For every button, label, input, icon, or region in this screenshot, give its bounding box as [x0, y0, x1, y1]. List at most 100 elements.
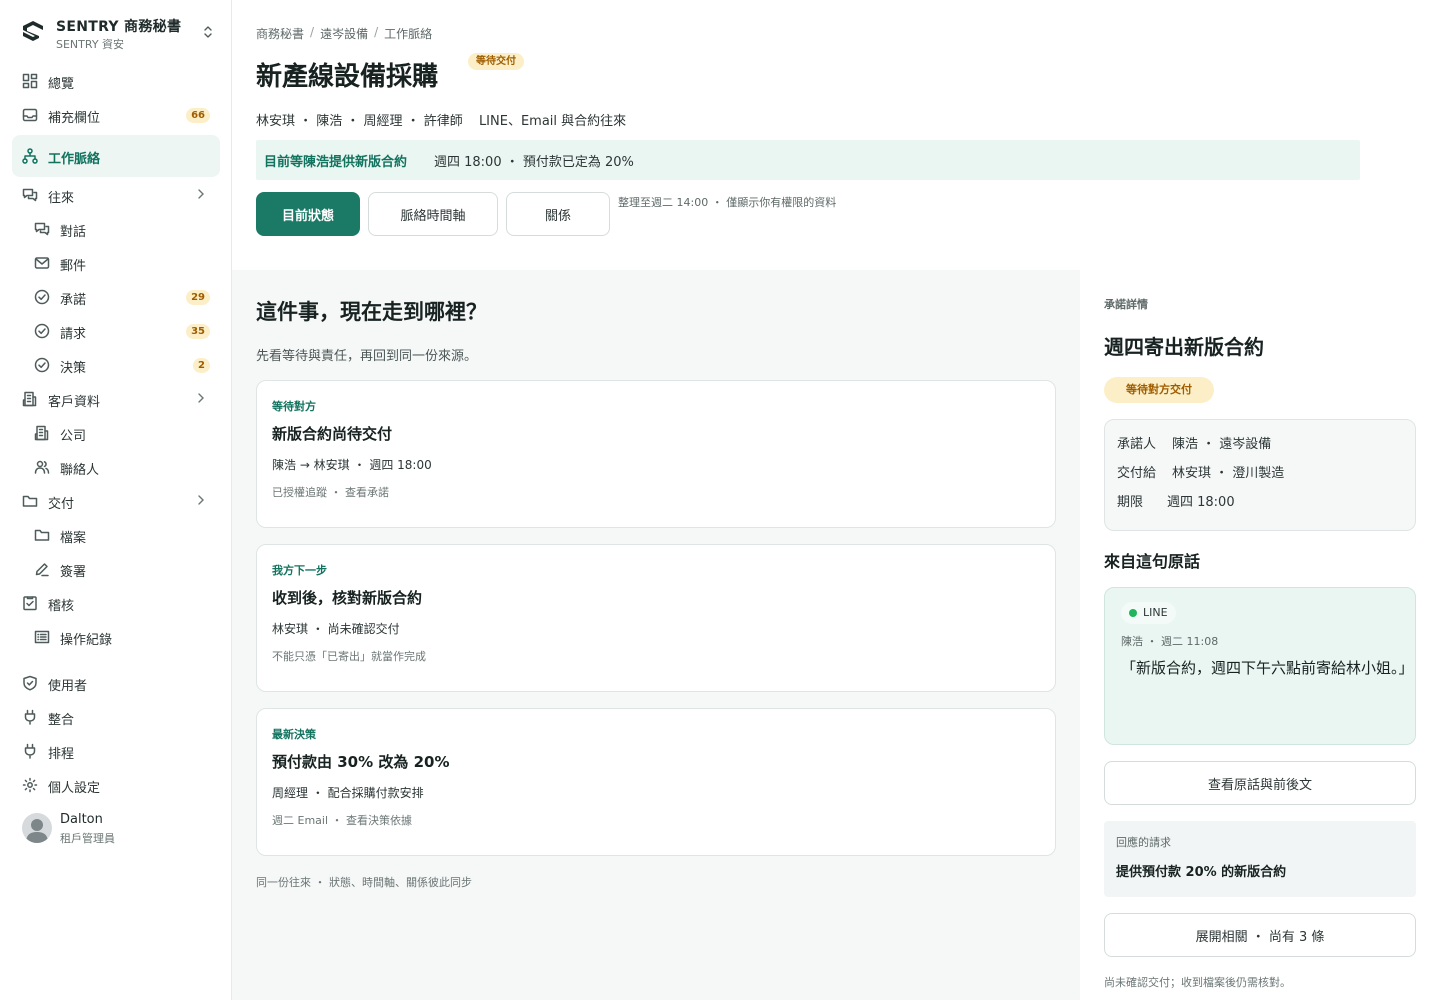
- sidebar-item-label: 使用者: [48, 679, 88, 694]
- breadcrumb-item[interactable]: 商務秘書: [256, 25, 304, 42]
- building-icon: [34, 425, 49, 441]
- card-meta[interactable]: 已授權追蹤 ・ 查看承諾: [272, 484, 389, 500]
- sidebar-item-threads[interactable]: 往來: [12, 178, 220, 212]
- sidebar-item-requests[interactable]: 請求 35: [12, 314, 220, 348]
- sidebar-item-label: 補充欄位: [48, 111, 101, 126]
- sidebar-item-mail[interactable]: 郵件: [12, 246, 220, 280]
- status-detail: 週四 18:00 ・ 預付款已定為 20%: [434, 155, 634, 170]
- quote-text: 「新版合約，週四下午六點前寄給林小姐。」: [1121, 659, 1414, 677]
- card-title: 預付款由 30% 改為 20%: [272, 753, 450, 771]
- inbox-icon: [22, 108, 38, 122]
- sidebar-item-audit[interactable]: 稽核: [12, 586, 220, 620]
- sidebar-item-overview[interactable]: 總覽: [12, 64, 220, 98]
- status-card-next-step[interactable]: 我方下一步 收到後，核對新版合約 林安琪 ・ 尚未確認交付 不能只憑「已寄出」就…: [256, 544, 1056, 692]
- chat-bubbles-icon: [34, 222, 50, 236]
- count-badge: 2: [193, 358, 210, 373]
- sidebar-item-conversations[interactable]: 對話: [12, 212, 220, 246]
- section-heading: 這件事，現在走到哪裡？: [256, 300, 487, 324]
- linked-request-label: 回應的請求: [1116, 836, 1171, 849]
- chevron-right-icon: [198, 189, 204, 199]
- sidebar-item-schedule[interactable]: 排程: [12, 734, 220, 768]
- tab-status[interactable]: 目前狀態: [256, 192, 360, 236]
- sidebar-item-label: 請求: [60, 327, 87, 342]
- fact-key: 承諾人: [1117, 437, 1157, 452]
- count-badge: 29: [186, 290, 210, 305]
- clipboard-check-icon: [23, 596, 37, 611]
- page-title: 新產線設備採購: [256, 62, 439, 92]
- sidebar-item-oplog[interactable]: 操作紀錄: [12, 620, 220, 654]
- tab-relations[interactable]: 關係: [506, 192, 610, 236]
- dashboard-icon: [22, 73, 38, 89]
- list-icon: [34, 630, 50, 644]
- chevron-up-down-icon: [204, 26, 212, 38]
- source-quote-card: LINE 陳浩 ・ 週二 11:08 「新版合約，週四下午六點前寄給林小姐。」: [1104, 587, 1416, 745]
- sidebar-item-companies[interactable]: 公司: [12, 416, 220, 450]
- status-badge: 等待交付: [468, 53, 524, 70]
- channel-name: LINE: [1143, 606, 1168, 619]
- sidebar-item-files[interactable]: 檔案: [12, 518, 220, 552]
- commitment-facts: 承諾人 陳浩 ・ 遠岑設備 交付給 林安琪 ・ 澄川製造 期限 週四 18:00: [1104, 419, 1416, 531]
- sidebar-item-integrations[interactable]: 整合: [12, 700, 220, 734]
- sidebar-item-users[interactable]: 使用者: [12, 666, 220, 700]
- breadcrumb-separator: /: [310, 25, 315, 39]
- chevron-right-icon: [198, 495, 204, 505]
- chevron-right-icon: [198, 393, 204, 403]
- breadcrumb-separator: /: [374, 25, 379, 39]
- avatar: [22, 813, 52, 843]
- sidebar-item-deliveries[interactable]: 交付: [12, 484, 220, 518]
- fact-key: 期限: [1117, 495, 1144, 510]
- tab-timeline[interactable]: 脈絡時間軸: [368, 192, 498, 236]
- card-detail: 周經理 ・ 配合採購付款安排: [272, 786, 424, 800]
- chat-bubbles-icon: [22, 188, 38, 202]
- fact-value: 陳浩 ・ 遠岑設備: [1172, 437, 1272, 452]
- sidebar-item-signatures[interactable]: 簽署: [12, 552, 220, 586]
- quote-meta: 陳浩 ・ 週二 11:08: [1121, 635, 1219, 648]
- breadcrumb: 商務秘書 / 遠岑設備 / 工作脈絡: [256, 25, 432, 42]
- status-card-waiting[interactable]: 等待對方 新版合約尚待交付 陳浩 → 林安琪 ・ 週四 18:00 已授權追蹤 …: [256, 380, 1056, 528]
- participants: 林安琪 ・ 陳浩 ・ 周經理 ・ 許律師: [256, 114, 463, 129]
- card-title: 收到後，核對新版合約: [272, 589, 423, 607]
- view-source-button[interactable]: 查看原話與前後文: [1104, 761, 1416, 805]
- sidebar-item-commitments[interactable]: 承諾 29: [12, 280, 220, 314]
- user-menu[interactable]: Dalton 租戶管理員: [20, 810, 220, 850]
- sentry-logo-icon: [23, 21, 43, 41]
- detail-footnote: 尚未確認交付；收到檔案後仍需核對。: [1104, 976, 1291, 989]
- count-badge: 35: [186, 324, 210, 339]
- channel-tag: LINE: [1121, 602, 1176, 624]
- breadcrumb-item[interactable]: 工作脈絡: [384, 25, 432, 42]
- user-name: Dalton: [60, 812, 103, 827]
- sidebar-item-customers[interactable]: 客戶資料: [12, 382, 220, 416]
- plug-icon: [24, 709, 36, 725]
- sidebar-item-fields[interactable]: 補充欄位 66: [12, 98, 220, 132]
- breadcrumb-item[interactable]: 遠岑設備: [320, 25, 368, 42]
- expand-related-button[interactable]: 展開相關 ・ 尚有 3 條: [1104, 913, 1416, 957]
- participants-line: 林安琪 ・ 陳浩 ・ 周經理 ・ 許律師 LINE、Email 與合約往來: [256, 110, 626, 129]
- sidebar-item-label: 整合: [48, 713, 75, 728]
- check-circle-icon: [34, 357, 50, 373]
- section-subtitle: 先看等待與責任，再回到同一份來源。: [256, 349, 478, 364]
- sidebar-item-decisions[interactable]: 決策 2: [12, 348, 220, 382]
- sidebar-item-settings[interactable]: 個人設定: [12, 768, 220, 802]
- sidebar-item-label: 操作紀錄: [60, 633, 113, 648]
- linked-request[interactable]: 回應的請求 提供預付款 20% 的新版合約: [1104, 821, 1416, 897]
- folder-icon: [34, 529, 50, 541]
- sidebar-item-context[interactable]: 工作脈絡: [12, 135, 220, 177]
- sidebar-item-contacts[interactable]: 聯絡人: [12, 450, 220, 484]
- card-detail: 林安琪 ・ 尚未確認交付: [272, 622, 400, 636]
- card-meta[interactable]: 週二 Email ・ 查看決策依據: [272, 812, 412, 828]
- detail-title: 週四寄出新版合約: [1104, 335, 1264, 359]
- detail-label: 承諾詳情: [1104, 298, 1148, 311]
- sidebar-item-label: 排程: [48, 747, 75, 762]
- fact-key: 交付給: [1117, 466, 1157, 481]
- card-detail: 陳浩 → 林安琪 ・ 週四 18:00: [272, 458, 432, 472]
- sync-note: 同一份往來 ・ 狀態、時間軸、關係彼此同步: [256, 876, 472, 889]
- workspace-switcher[interactable]: SENTRY 商務秘書 SENTRY 資安: [20, 16, 220, 56]
- fact-deliver-to: 交付給 林安琪 ・ 澄川製造: [1117, 462, 1284, 481]
- data-scope-note: 整理至週二 14:00 ・ 僅顯示你有權限的資料: [618, 196, 837, 209]
- card-kicker: 最新決策: [272, 728, 316, 741]
- workspace-org: SENTRY 資安: [56, 38, 125, 51]
- sidebar-item-label: 工作脈絡: [48, 152, 101, 167]
- status-card-decision[interactable]: 最新決策 預付款由 30% 改為 20% 周經理 ・ 配合採購付款安排 週二 E…: [256, 708, 1056, 856]
- sidebar-item-label: 稽核: [48, 599, 75, 614]
- sidebar-item-label: 承諾: [60, 293, 87, 308]
